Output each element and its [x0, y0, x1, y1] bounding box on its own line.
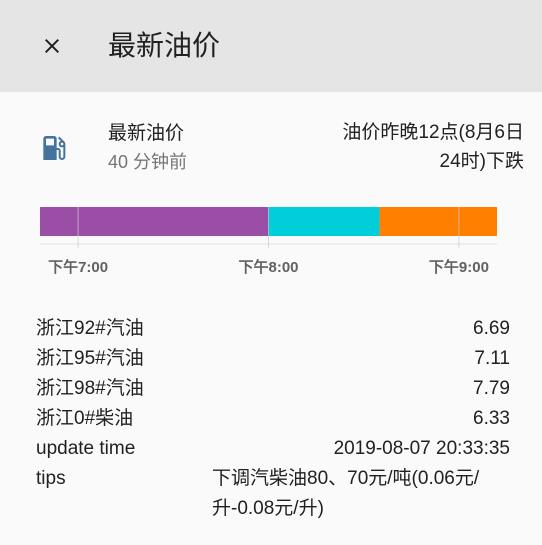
- attribute-row: 浙江0#柴油 6.33: [36, 404, 510, 434]
- attribute-row: update time 2019-08-07 20:33:35: [36, 434, 510, 464]
- attribute-value: 7.11: [474, 348, 510, 369]
- timeline-tick-label: 下午8:00: [238, 258, 298, 276]
- timeline-tick-label: 下午7:00: [48, 258, 108, 276]
- attribute-row: tips 下调汽柴油80、70元/吨(0.06元/升-0.08元/升): [36, 464, 510, 524]
- attribute-row: 浙江92#汽油 6.69: [36, 314, 510, 344]
- attribute-name: 浙江0#柴油: [36, 408, 134, 429]
- entity-last-changed: 40 分钟前: [108, 152, 188, 172]
- attribute-name: tips: [36, 468, 66, 489]
- attribute-value: 7.79: [473, 378, 510, 399]
- attribute-value: 2019-08-07 20:33:35: [333, 438, 510, 459]
- timeline-tick-label: 下午9:00: [429, 258, 489, 276]
- dialog-title: 最新油价: [108, 30, 221, 61]
- attribute-name: 浙江98#汽油: [36, 378, 144, 399]
- timeline-segment[interactable]: [40, 207, 269, 236]
- attribute-name: update time: [36, 438, 136, 459]
- attribute-value: 下调汽柴油80、70元/吨(0.06元/升-0.08元/升): [212, 468, 480, 519]
- timeline-chart: 下午7:00 下午8:00 下午9:00: [40, 207, 497, 276]
- attribute-name: 浙江92#汽油: [36, 318, 144, 339]
- entity-state: 油价昨晚12点(8月6日24时)下跌: [342, 122, 524, 172]
- close-button[interactable]: [32, 26, 72, 66]
- attribute-row: 浙江98#汽油 7.79: [36, 374, 510, 404]
- attributes-table: 浙江92#汽油 6.69 浙江95#汽油 7.11 浙江98#汽油 7.79 浙江0#柴油 6…: [36, 314, 510, 524]
- entity-row: 最新油价 40 分钟前 油价昨晚12点(8月6日24时)下跌: [0, 112, 542, 182]
- timeline-segment[interactable]: [268, 207, 380, 236]
- attribute-value: 6.33: [473, 408, 510, 429]
- gas-station-icon: [38, 132, 70, 164]
- attribute-value: 6.69: [473, 318, 510, 339]
- attribute-name: 浙江95#汽油: [36, 348, 144, 369]
- dialog-header: 最新油价: [0, 0, 542, 92]
- close-icon: [45, 39, 59, 53]
- history-timeline[interactable]: 下午7:00 下午8:00 下午9:00: [0, 195, 542, 285]
- attribute-row: 浙江95#汽油 7.11: [36, 344, 510, 374]
- entity-name: 最新油价: [108, 123, 185, 144]
- timeline-segment[interactable]: [379, 207, 497, 236]
